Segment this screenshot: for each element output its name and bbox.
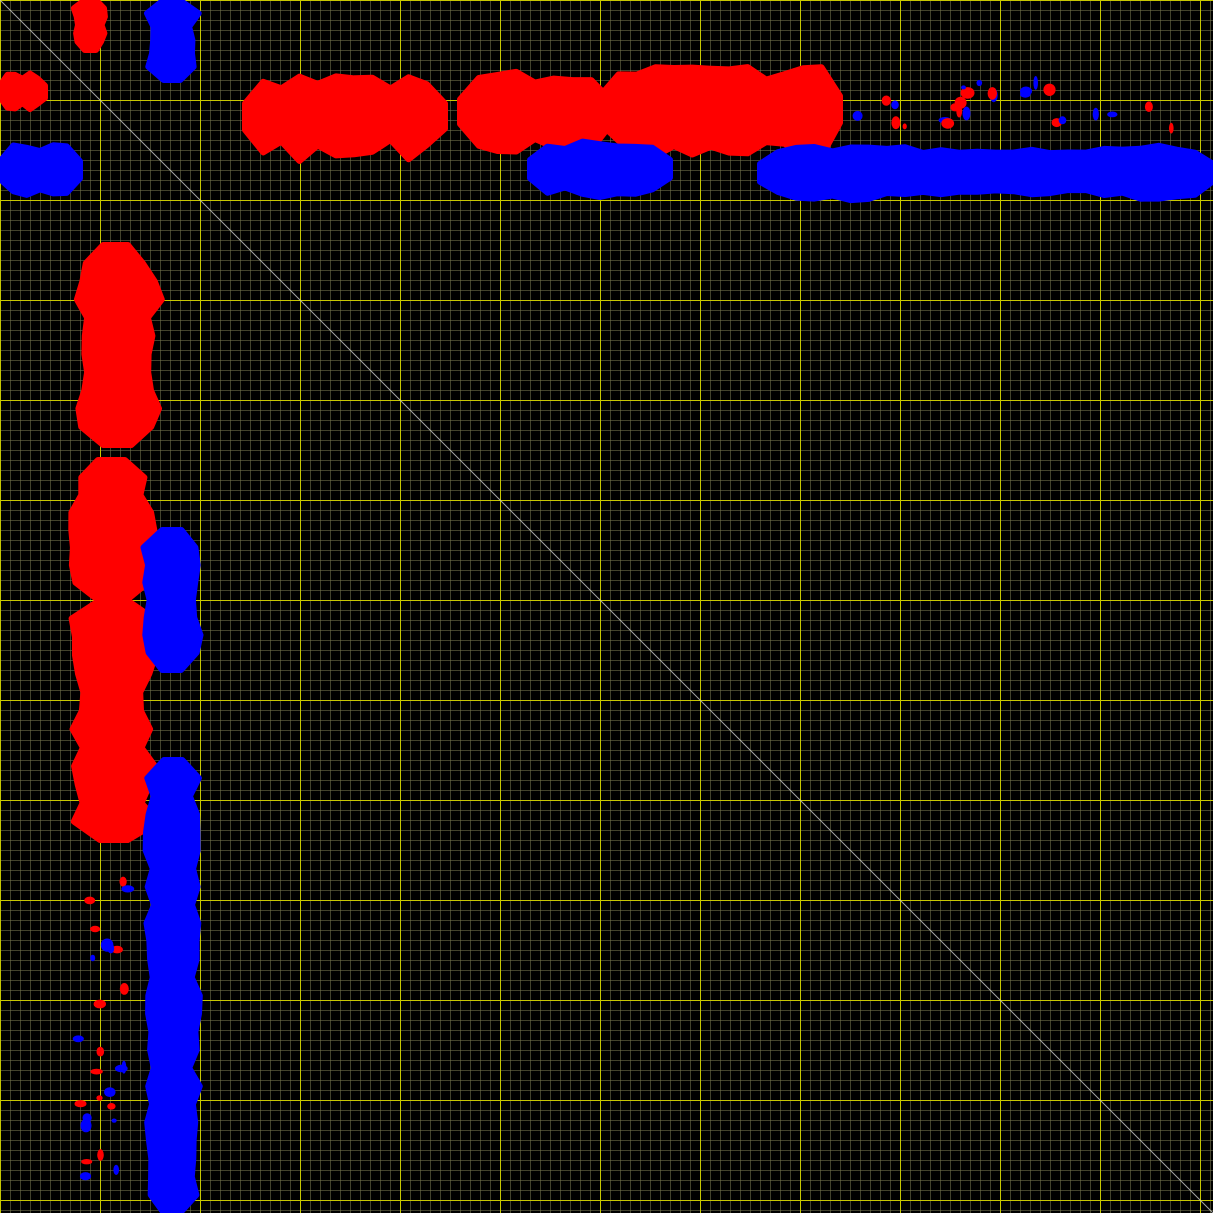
band-blue-vertical-upper bbox=[144, 0, 202, 83]
spot bbox=[79, 1172, 92, 1181]
spot bbox=[80, 1118, 92, 1133]
spot bbox=[954, 96, 967, 109]
spot bbox=[1058, 116, 1067, 125]
spot bbox=[976, 79, 983, 87]
spot bbox=[1033, 76, 1038, 90]
spot bbox=[1020, 91, 1031, 98]
spot bbox=[902, 123, 907, 130]
spot bbox=[114, 1064, 128, 1073]
band-red-vertical-1 bbox=[73, 242, 165, 448]
spot bbox=[961, 85, 966, 90]
spot bbox=[852, 110, 863, 121]
band-red-vertical-upper bbox=[70, 0, 108, 53]
spot bbox=[891, 100, 899, 110]
spot bbox=[1043, 83, 1056, 97]
spot bbox=[1169, 122, 1174, 134]
spot bbox=[93, 999, 107, 1009]
band-red-horizontal-1 bbox=[242, 73, 448, 164]
spot bbox=[962, 106, 971, 121]
band-blue-horizontal-center bbox=[527, 138, 673, 200]
spot bbox=[1144, 101, 1153, 112]
band-blue-horizontal-right bbox=[757, 142, 1213, 204]
spot bbox=[74, 1100, 87, 1108]
spot bbox=[90, 954, 96, 962]
spot bbox=[941, 118, 955, 129]
spot bbox=[111, 1118, 117, 1123]
spot bbox=[90, 1068, 103, 1075]
spot bbox=[1092, 107, 1099, 121]
spot bbox=[72, 1035, 84, 1043]
heatmap-plot bbox=[0, 0, 1213, 1213]
spot bbox=[90, 925, 101, 933]
band-blue-horizontal-left bbox=[0, 142, 83, 198]
spot bbox=[987, 87, 997, 100]
spot bbox=[96, 1046, 105, 1057]
spot bbox=[104, 1087, 116, 1097]
spot bbox=[81, 1159, 93, 1165]
heatmap-svg bbox=[0, 0, 1213, 1213]
band-red-vertical-2 bbox=[68, 457, 158, 603]
spot bbox=[97, 1149, 104, 1161]
spot bbox=[96, 1095, 103, 1101]
band-red-horizontal-3 bbox=[597, 64, 843, 160]
spot bbox=[119, 983, 129, 995]
spot bbox=[107, 1103, 116, 1110]
band-red-horizontal-upper-left bbox=[0, 70, 48, 112]
spot bbox=[107, 943, 115, 954]
spot bbox=[891, 116, 901, 130]
spot bbox=[84, 896, 96, 905]
spot bbox=[113, 1164, 119, 1175]
spot bbox=[119, 876, 127, 887]
spot bbox=[121, 885, 135, 893]
band-blue-vertical-lower bbox=[142, 757, 203, 1213]
band-blue-vertical-mid bbox=[140, 527, 204, 673]
spot bbox=[1107, 111, 1118, 118]
spot bbox=[881, 95, 891, 106]
